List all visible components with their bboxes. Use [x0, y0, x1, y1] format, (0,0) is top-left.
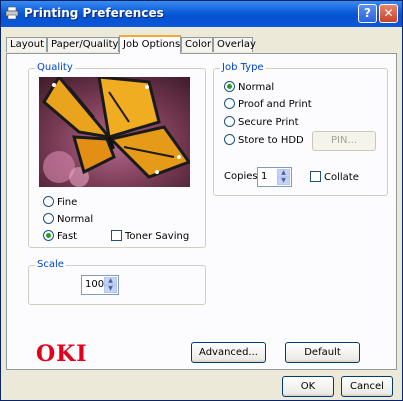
- title-bar[interactable]: Printing Preferences ? ✕: [1, 1, 402, 27]
- tab-color[interactable]: Color: [181, 37, 213, 52]
- scale-value[interactable]: 100: [85, 279, 104, 290]
- scale-up-arrow-icon[interactable]: ▲: [104, 277, 117, 285]
- help-button[interactable]: ?: [358, 4, 377, 23]
- copies-spinner[interactable]: 1 ▲ ▼: [257, 167, 292, 187]
- toner-saving-checkbox[interactable]: Toner Saving: [111, 230, 189, 242]
- default-button[interactable]: Default: [285, 342, 360, 363]
- pin-button[interactable]: PIN...: [312, 131, 376, 151]
- radio-quality-normal-indicator[interactable]: [43, 213, 54, 224]
- radio-secure-print-label: Secure Print: [238, 117, 299, 128]
- collate-box[interactable]: [310, 171, 321, 182]
- radio-proof-and-print-label: Proof and Print: [238, 99, 312, 110]
- advanced-button[interactable]: Advanced...: [191, 342, 266, 363]
- radio-job-normal-indicator[interactable]: [224, 81, 235, 92]
- scale-spinner[interactable]: 100 ▲ ▼: [81, 275, 119, 295]
- radio-store-to-hdd-label: Store to HDD: [238, 135, 304, 146]
- quality-preview-image: [39, 77, 190, 187]
- radio-fine-label: Fine: [57, 197, 78, 208]
- radio-quality-normal-label: Normal: [57, 214, 94, 225]
- radio-proof-and-print[interactable]: Proof and Print: [224, 98, 312, 111]
- printing-preferences-window: Printing Preferences ? ✕ Layout Paper/Qu…: [0, 0, 403, 401]
- copies-spinner-arrows: ▲ ▼: [277, 169, 290, 185]
- radio-fine[interactable]: Fine: [43, 196, 77, 209]
- quality-legend: Quality: [35, 62, 75, 73]
- scale-spinner-arrows: ▲ ▼: [104, 277, 117, 293]
- radio-proof-and-print-indicator[interactable]: [224, 98, 235, 109]
- radio-fast[interactable]: Fast: [43, 230, 77, 243]
- radio-store-to-hdd-indicator[interactable]: [224, 134, 235, 145]
- ok-button[interactable]: OK: [282, 376, 334, 397]
- toner-saving-label: Toner Saving: [125, 231, 190, 242]
- oki-logo: OKI: [36, 341, 88, 367]
- copies-up-arrow-icon[interactable]: ▲: [277, 169, 290, 177]
- copies-value[interactable]: 1: [261, 171, 267, 182]
- tab-job-options[interactable]: Job Options: [119, 35, 181, 54]
- radio-fine-indicator[interactable]: [43, 196, 54, 207]
- radio-quality-normal[interactable]: Normal: [43, 213, 93, 226]
- radio-secure-print-indicator[interactable]: [224, 116, 235, 127]
- collate-checkbox[interactable]: Collate: [310, 171, 359, 183]
- tab-overlay[interactable]: Overlay: [213, 37, 256, 52]
- radio-store-to-hdd[interactable]: Store to HDD: [224, 134, 304, 147]
- radio-job-normal[interactable]: Normal: [224, 81, 274, 94]
- scale-down-arrow-icon[interactable]: ▼: [104, 285, 117, 293]
- copies-down-arrow-icon[interactable]: ▼: [277, 177, 290, 185]
- radio-secure-print[interactable]: Secure Print: [224, 116, 299, 129]
- radio-fast-label: Fast: [57, 231, 78, 242]
- tab-layout[interactable]: Layout: [6, 37, 47, 52]
- copies-label: Copies: [224, 171, 258, 182]
- scale-legend: Scale: [35, 259, 66, 270]
- close-button[interactable]: ✕: [379, 4, 398, 23]
- printer-icon: [5, 6, 19, 20]
- radio-job-normal-label: Normal: [238, 82, 275, 93]
- collate-label: Collate: [324, 172, 359, 183]
- job-type-legend: Job Type: [220, 62, 266, 73]
- window-title: Printing Preferences: [24, 6, 164, 20]
- radio-fast-indicator[interactable]: [43, 230, 54, 241]
- toner-saving-box[interactable]: [111, 230, 122, 241]
- cancel-button[interactable]: Cancel: [341, 376, 393, 397]
- tab-paper-quality[interactable]: Paper/Quality: [47, 37, 119, 52]
